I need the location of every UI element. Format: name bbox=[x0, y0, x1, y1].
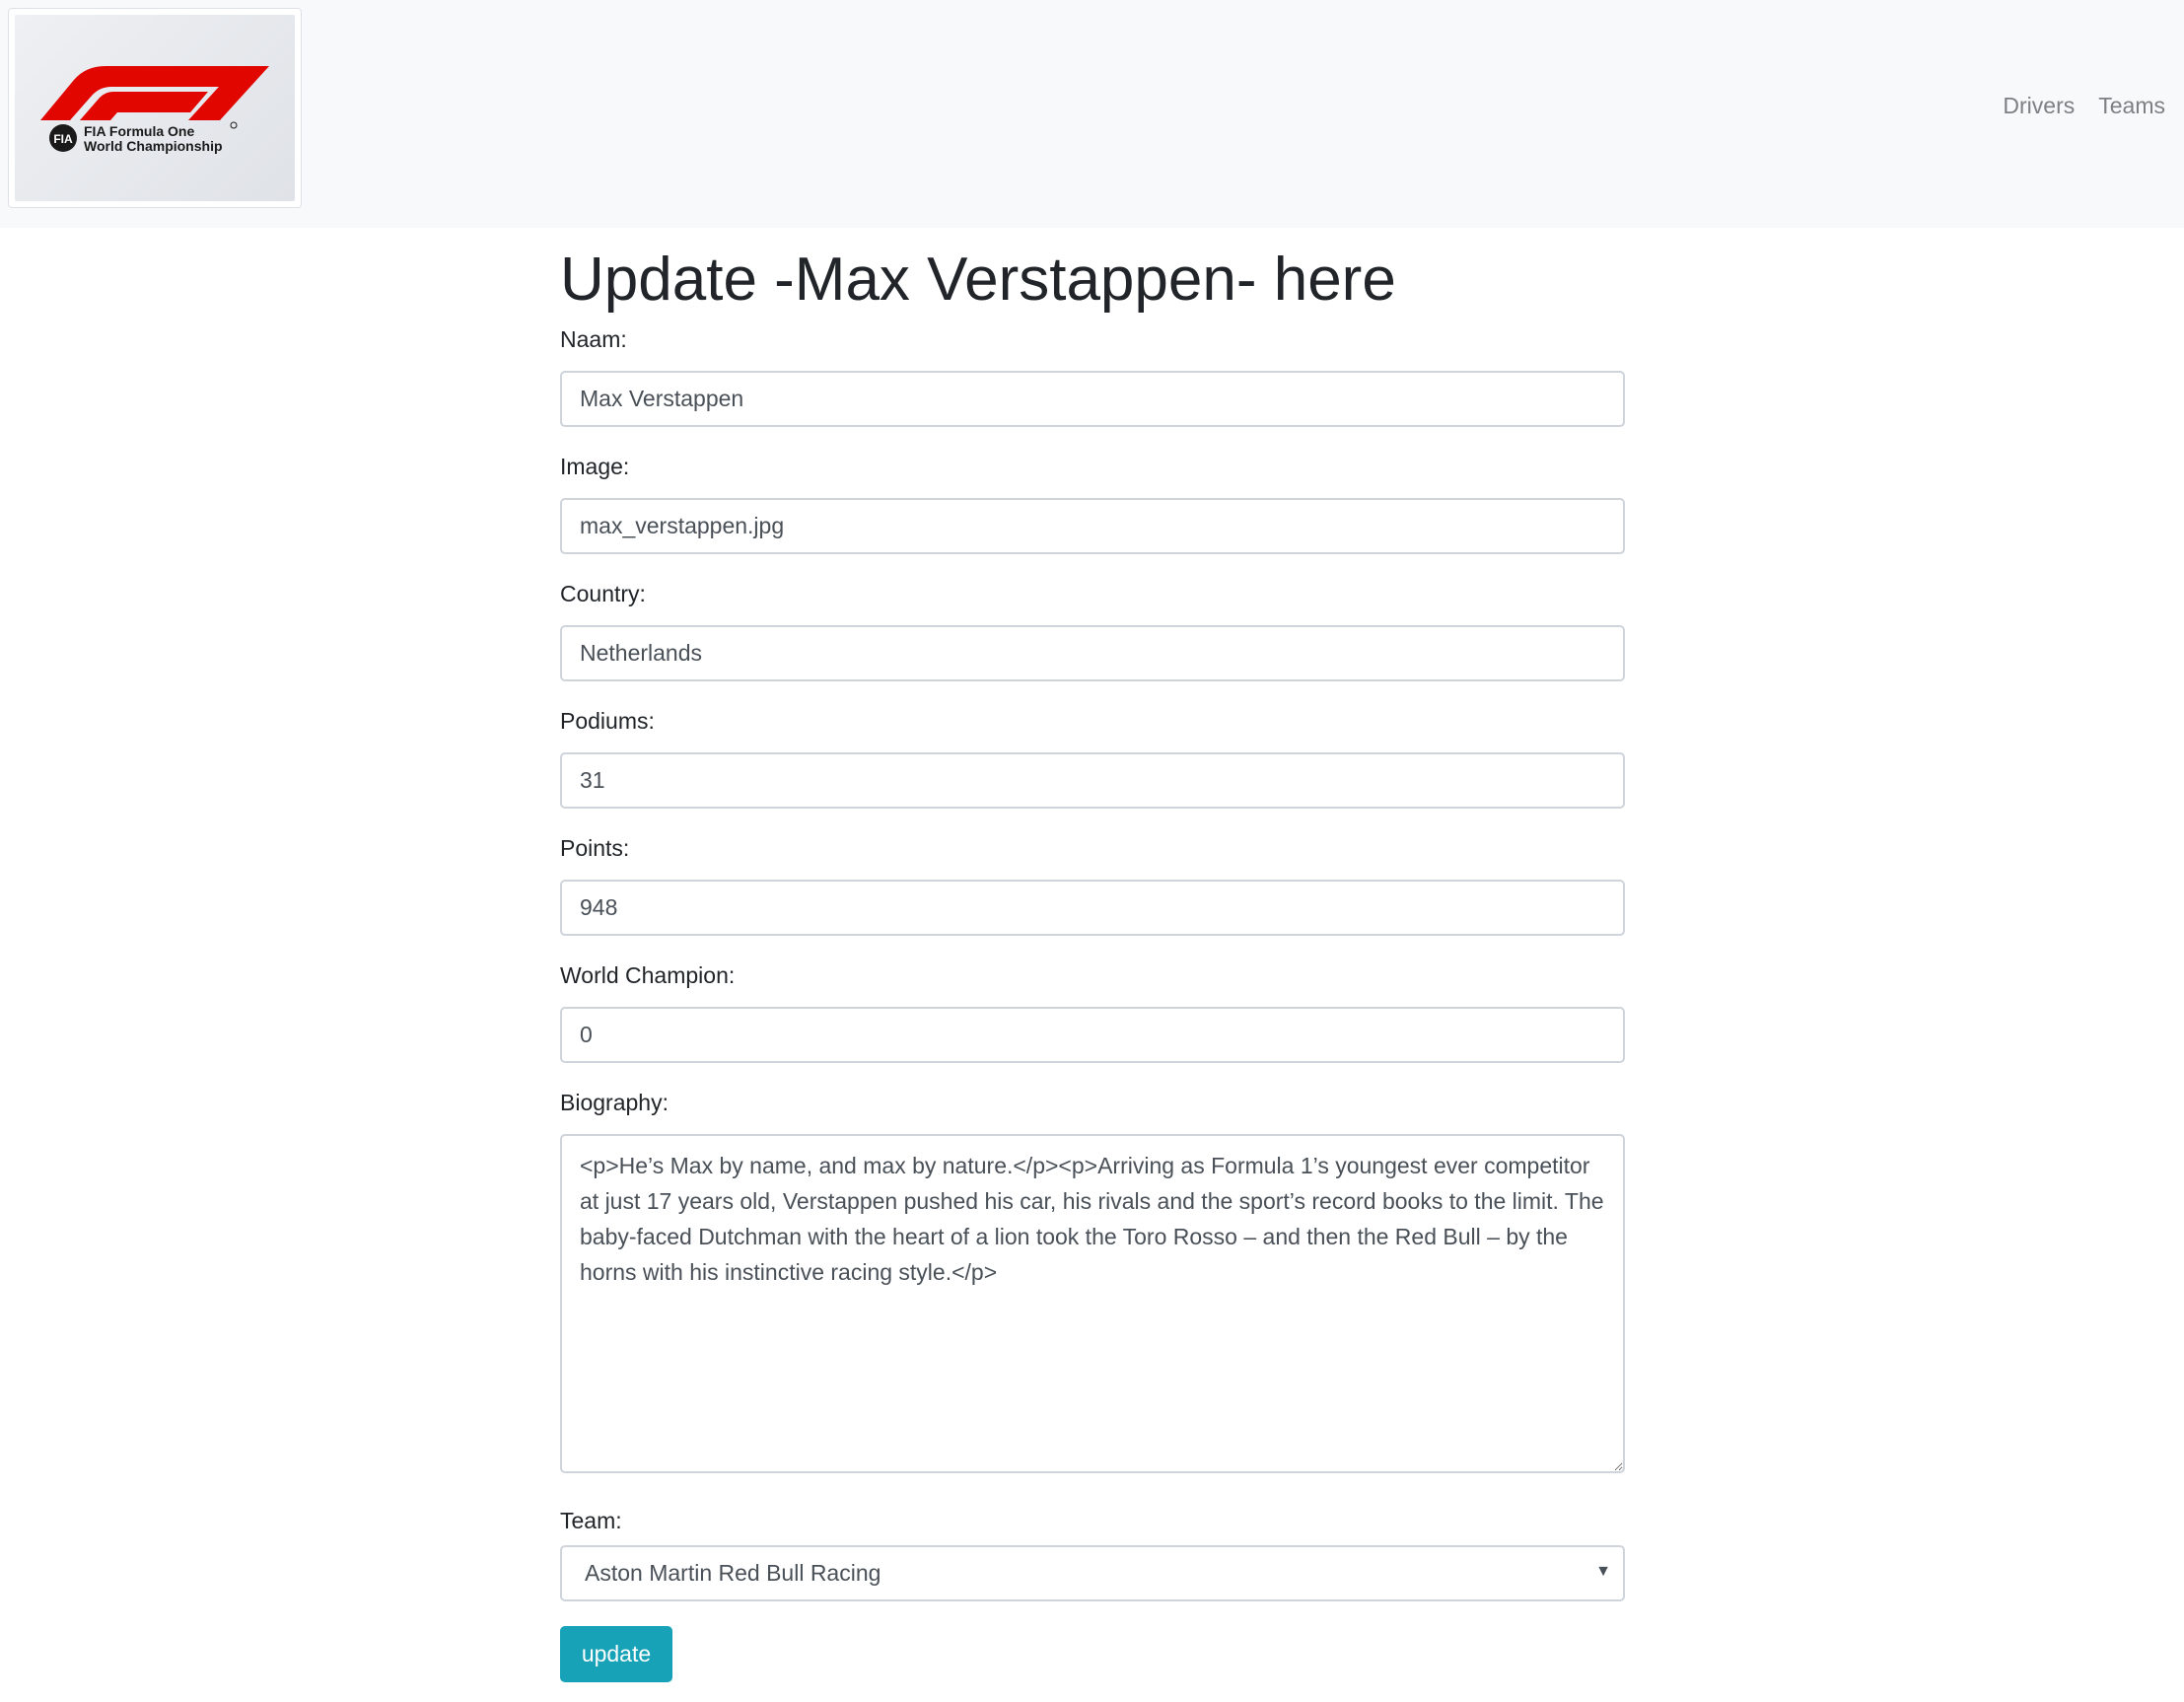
nav-link-teams[interactable]: Teams bbox=[2098, 93, 2184, 119]
points-input[interactable] bbox=[560, 880, 1625, 936]
world-champion-input[interactable] bbox=[560, 1007, 1625, 1063]
team-select-value: Aston Martin Red Bull Racing bbox=[585, 1560, 881, 1586]
team-label: Team: bbox=[560, 1508, 622, 1533]
country-input[interactable] bbox=[560, 625, 1625, 681]
fia-emblem-text: FIA bbox=[53, 132, 73, 146]
biography-textarea[interactable]: <p>He’s Max by name, and max by nature.<… bbox=[560, 1134, 1625, 1473]
biography-label: Biography: bbox=[560, 1090, 669, 1115]
world-champion-label: World Champion: bbox=[560, 962, 736, 988]
logo-line1: FIA Formula One bbox=[84, 123, 194, 139]
country-label: Country: bbox=[560, 581, 646, 606]
logo-line2: World Championship bbox=[84, 138, 223, 154]
f1-logo-graphic: FIA FIA Formula One World Championship bbox=[40, 66, 269, 154]
update-button[interactable]: update bbox=[560, 1626, 672, 1682]
nav-link-drivers[interactable]: Drivers bbox=[2003, 93, 2093, 119]
image-input[interactable] bbox=[560, 498, 1625, 554]
naam-input[interactable] bbox=[560, 371, 1625, 427]
team-select[interactable]: Aston Martin Red Bull Racing ▼ bbox=[560, 1545, 1625, 1601]
naam-label: Naam: bbox=[560, 326, 627, 352]
caret-down-icon: ▼ bbox=[1595, 1563, 1611, 1580]
points-label: Points: bbox=[560, 835, 630, 861]
brand-logo-link[interactable]: FIA FIA Formula One World Championship bbox=[8, 8, 302, 208]
nav-links: Drivers Teams bbox=[1999, 93, 2184, 119]
podiums-input[interactable] bbox=[560, 752, 1625, 809]
page-title: Update -Max Verstappen- here bbox=[560, 246, 1396, 314]
f1-logo: FIA FIA Formula One World Championship bbox=[15, 15, 295, 201]
navbar: FIA FIA Formula One World Championship D… bbox=[0, 0, 2184, 228]
image-label: Image: bbox=[560, 454, 630, 479]
podiums-label: Podiums: bbox=[560, 708, 655, 734]
